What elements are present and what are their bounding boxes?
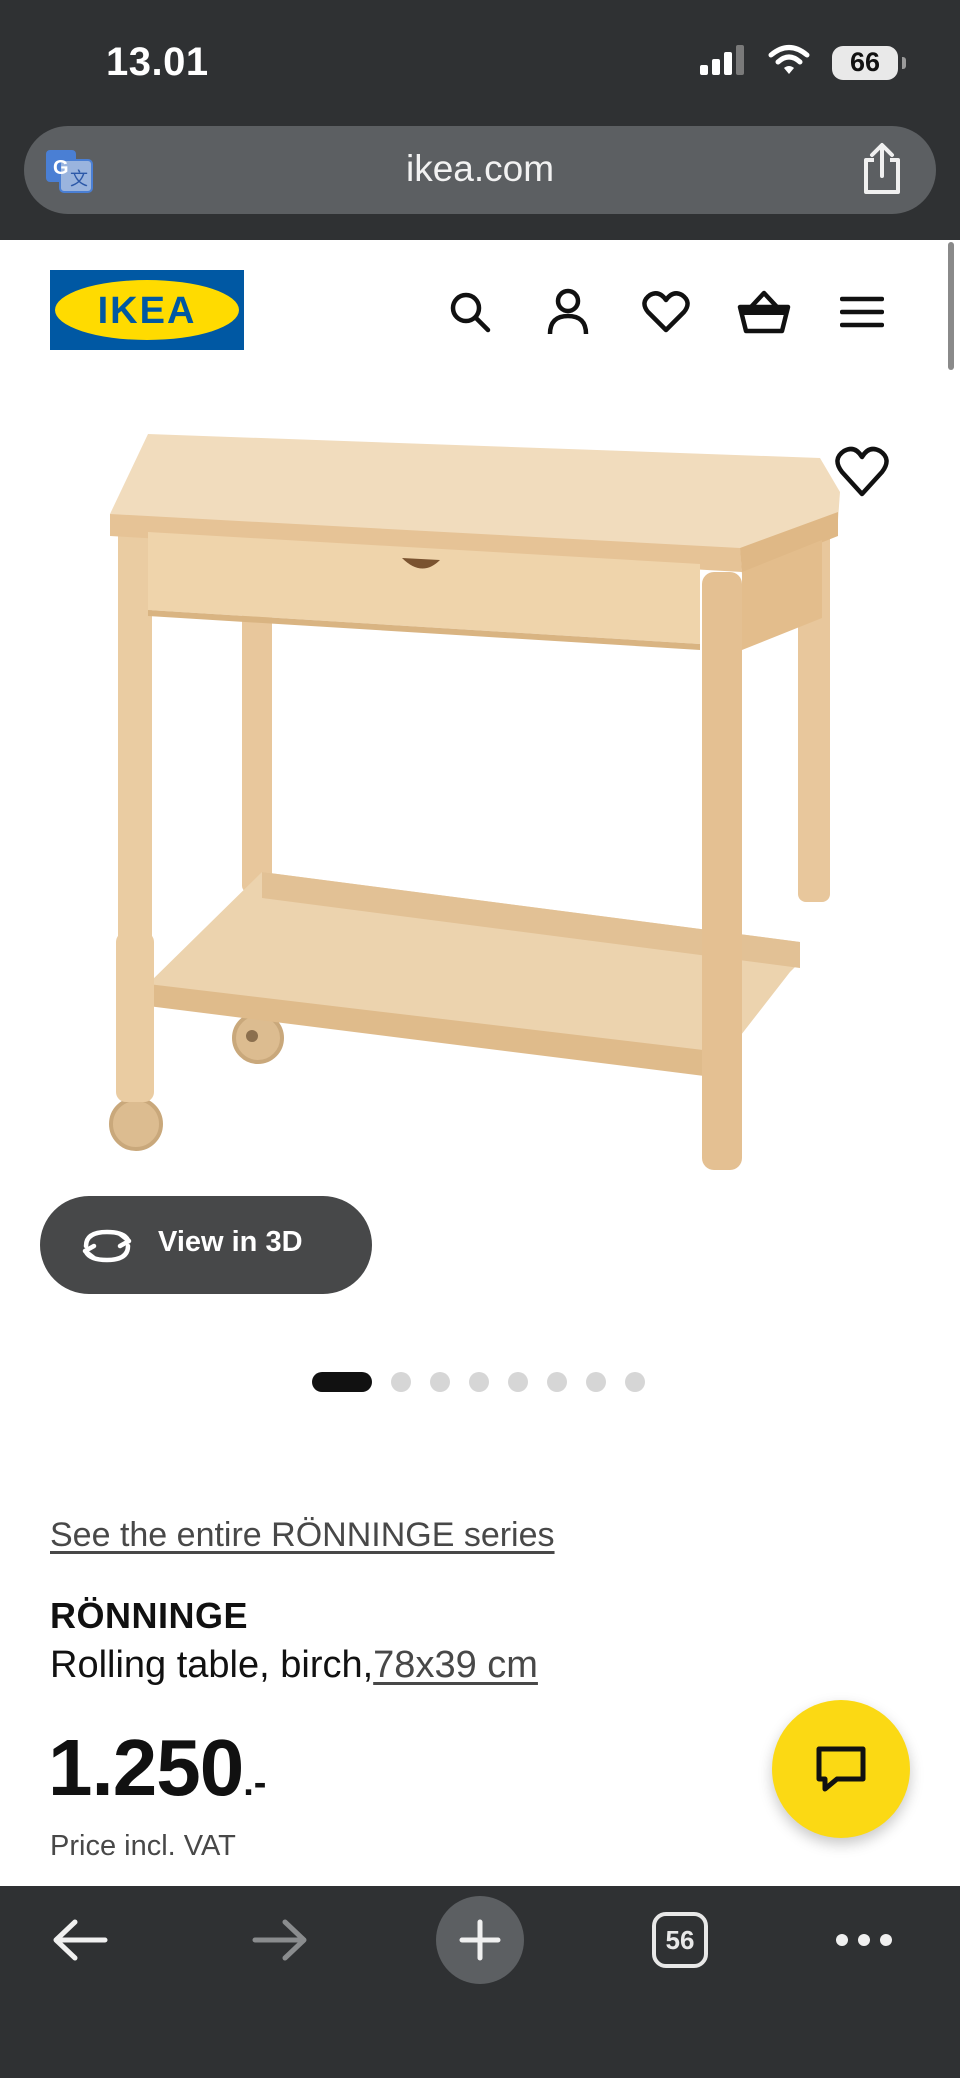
price-suffix: .-: [243, 1762, 267, 1804]
search-icon[interactable]: [440, 282, 500, 342]
chat-icon: [816, 1746, 866, 1792]
back-arrow-icon[interactable]: [48, 1908, 112, 1972]
new-tab-button[interactable]: [436, 1896, 524, 1984]
carousel-dot-1[interactable]: [312, 1372, 372, 1392]
more-icon[interactable]: [832, 1910, 896, 1970]
carousel-dot-2[interactable]: [391, 1372, 411, 1392]
ikea-logo[interactable]: IKEA: [50, 270, 244, 350]
svg-text:IKEA: IKEA: [98, 290, 197, 332]
chat-button[interactable]: [772, 1700, 910, 1838]
product-price: 1.250.-: [48, 1722, 266, 1814]
signal-icon: [700, 45, 746, 80]
browser-top-bar: 13.01 66 G 文 ikea.com: [0, 0, 960, 240]
forward-arrow-icon[interactable]: [248, 1908, 312, 1972]
wifi-icon: [768, 44, 810, 81]
carousel-dot-3[interactable]: [430, 1372, 450, 1392]
carousel-dot-8[interactable]: [625, 1372, 645, 1392]
view-in-3d-button[interactable]: View in 3D: [40, 1196, 372, 1294]
status-time: 13.01: [106, 40, 209, 84]
page-scrollbar[interactable]: [948, 242, 954, 370]
series-link[interactable]: See the entire RÖNNINGE series: [50, 1516, 555, 1555]
price-note: Price incl. VAT: [50, 1830, 236, 1862]
header-actions: [440, 282, 930, 342]
product-size-link[interactable]: 78x39 cm: [373, 1644, 538, 1686]
carousel-dot-5[interactable]: [508, 1372, 528, 1392]
price-value: 1.250: [48, 1723, 244, 1812]
carousel-dot-7[interactable]: [586, 1372, 606, 1392]
image-carousel-dots: [312, 1372, 645, 1392]
battery-level: 66: [849, 47, 881, 77]
status-icons: 66: [700, 44, 906, 81]
share-icon[interactable]: [860, 142, 904, 196]
product-type: Rolling table, birch,: [50, 1644, 374, 1686]
menu-icon[interactable]: [832, 282, 892, 342]
account-icon[interactable]: [538, 282, 598, 342]
view-in-3d-label: View in 3D: [158, 1226, 303, 1258]
rotate-3d-icon: [82, 1229, 132, 1263]
favorite-heart-icon[interactable]: [832, 442, 892, 502]
product-name: RÖNNINGE: [50, 1595, 249, 1636]
product-description: Rolling table, birch,78x39 cm: [50, 1644, 538, 1687]
browser-bottom-toolbar: 56: [0, 1886, 960, 2078]
carousel-dot-6[interactable]: [547, 1372, 567, 1392]
heart-icon[interactable]: [636, 282, 696, 342]
plus-icon: [459, 1919, 501, 1961]
tab-count: 56: [665, 1924, 695, 1955]
product-image[interactable]: [0, 372, 960, 1332]
carousel-dot-4[interactable]: [469, 1372, 489, 1392]
tabs-icon[interactable]: 56: [652, 1912, 708, 1968]
address-bar[interactable]: G 文 ikea.com: [24, 126, 936, 214]
url-text[interactable]: ikea.com: [24, 148, 936, 190]
battery-icon: 66: [832, 45, 906, 80]
basket-icon[interactable]: [734, 282, 794, 342]
